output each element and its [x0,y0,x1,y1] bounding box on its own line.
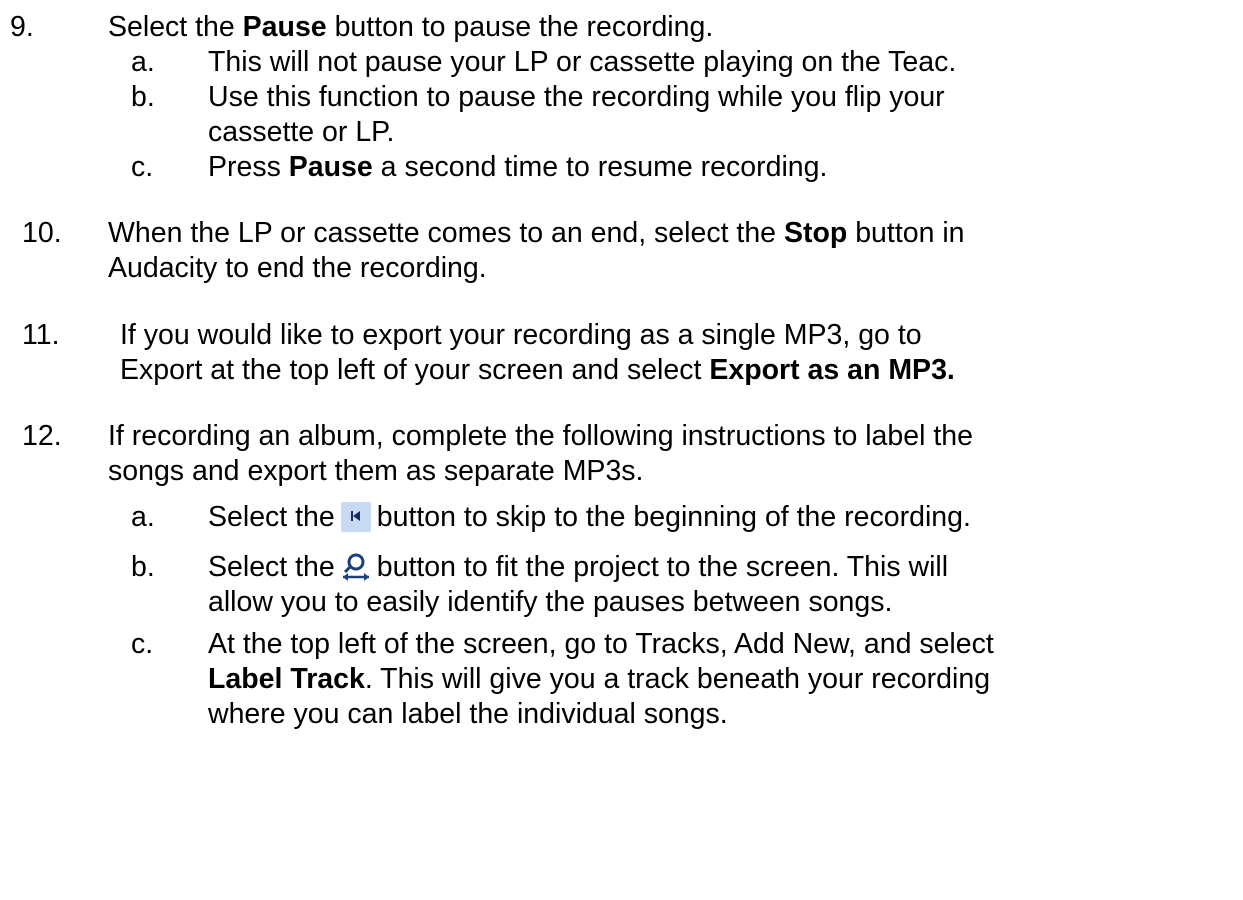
step-12b-letter: b. [131,551,155,583]
step-9-text: Select the Pause button to pause the rec… [108,11,714,43]
fit-project-icon [341,552,371,582]
step-11-number: 11. [22,319,60,351]
step-11-text-line2: Export at the top left of your screen an… [120,354,955,386]
step-10-number: 10. [22,217,62,249]
step-12-number: 12. [22,420,62,452]
step-12a-letter: a. [131,501,155,533]
step-12-text-line2: songs and export them as separate MP3s. [108,455,644,487]
step-12c-text-line2: Label Track. This will give you a track … [208,663,991,695]
pause-keyword: Pause [242,11,327,43]
skip-to-start-icon [340,502,371,532]
step-12b-text-line2: allow you to easily identify the pauses … [208,586,893,618]
step-12-text-line1: If recording an album, complete the foll… [108,420,973,452]
step-12a-text: Select the button to skip to the beginnin… [208,501,971,533]
instruction-page: 9. Select the Pause button to pause the … [0,0,1243,900]
label-track-keyword: Label Track [208,663,365,695]
step-12b-text-line1: Select the button to fit the project to t… [208,551,949,583]
step-12c-text-line3: where you can label the individual songs… [208,698,728,730]
step-9b-letter: b. [131,81,155,113]
step-9c-text: Press Pause a second time to resume reco… [208,151,828,183]
step-9b-text-line2: cassette or LP. [208,116,395,148]
step-9a-letter: a. [131,46,155,78]
step-9a-text: This will not pause your LP or cassette … [208,46,957,78]
step-12c-text-line1: At the top left of the screen, go to Tra… [208,628,994,660]
step-10-text-line1: When the LP or cassette comes to an end,… [108,217,965,249]
step-9-number: 9. [10,11,34,43]
step-9c-letter: c. [131,151,154,183]
step-11-text-line1: If you would like to export your recordi… [120,319,922,351]
step-9b-text-line1: Use this function to pause the recording… [208,81,945,113]
step-10-text-line2: Audacity to end the recording. [108,252,487,284]
step-12c-letter: c. [131,628,154,660]
